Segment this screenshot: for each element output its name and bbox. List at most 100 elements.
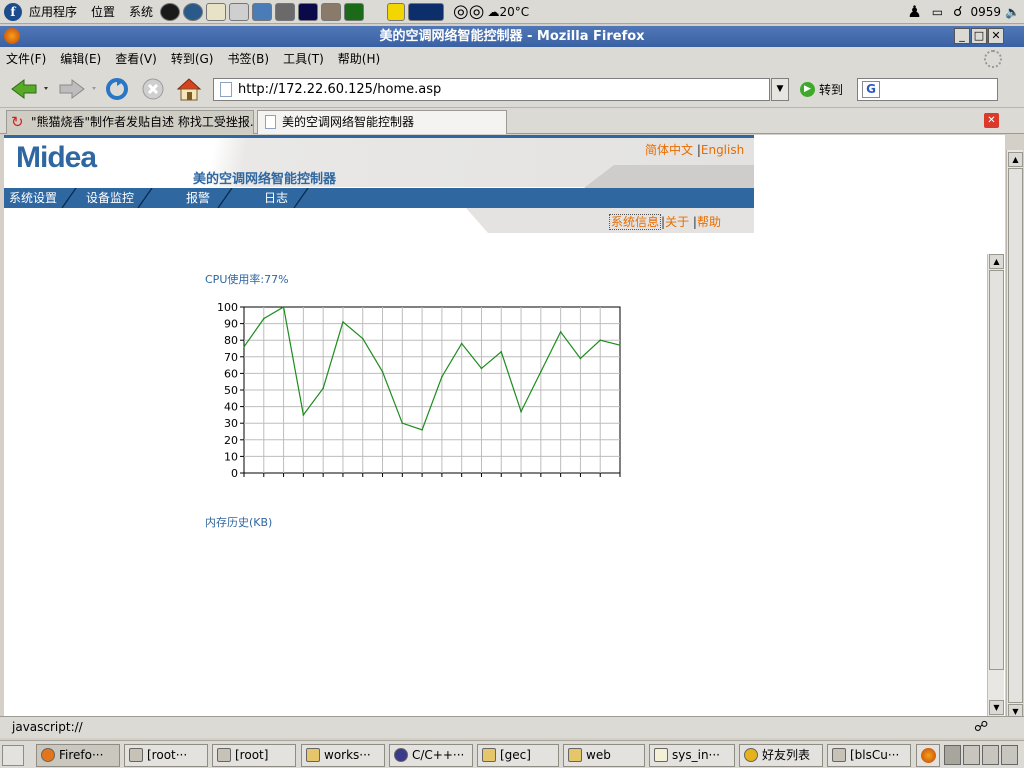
close-tab-icon[interactable]: ✕ [984, 113, 999, 128]
menu-file[interactable]: 文件(F) [6, 50, 46, 67]
task-label: sys_in··· [672, 748, 720, 762]
forward-button[interactable] [58, 78, 100, 100]
workspace-switcher[interactable] [944, 745, 1020, 765]
workspace-1[interactable] [944, 745, 961, 765]
security-icon[interactable]: ☍ [974, 719, 988, 735]
window-scrollbar[interactable]: ▲ ▼ [1006, 150, 1023, 720]
lang-en-link[interactable]: English [701, 143, 744, 157]
workspace-3[interactable] [982, 745, 999, 765]
printer-launcher-icon[interactable] [321, 2, 342, 21]
window-title: 美的空调网络智能控制器 - Mozilla Firefox [379, 29, 645, 44]
cpu-data-point [579, 357, 582, 360]
hat-launcher-icon[interactable] [275, 2, 296, 21]
inner-scroll-down-icon[interactable]: ▼ [989, 700, 1004, 715]
system-monitor-icon[interactable] [408, 2, 445, 21]
places-menu[interactable]: 位置 [84, 3, 122, 20]
inner-scroll-thumb[interactable] [989, 270, 1004, 670]
sub-nav-help[interactable]: 帮助 [697, 215, 721, 229]
y-tick-label: 10 [224, 450, 238, 463]
home-icon[interactable] [176, 76, 202, 102]
url-input[interactable]: http://172.22.60.125/home.asp [213, 78, 770, 101]
nav-log[interactable]: 日志 [260, 188, 292, 208]
image-viewer-icon [832, 748, 846, 762]
menu-bar: 文件(F) 编辑(E) 查看(V) 转到(G) 书签(B) 工具(T) 帮助(H… [0, 47, 1024, 70]
back-button[interactable] [10, 78, 50, 100]
fedora-icon[interactable]: f [4, 2, 22, 21]
notes-launcher-icon[interactable] [206, 2, 227, 21]
scroll-thumb[interactable] [1008, 168, 1023, 703]
task-works[interactable]: works··· [301, 744, 385, 767]
menu-go[interactable]: 转到(G) [171, 50, 214, 67]
network-icon[interactable]: ☌ [953, 4, 962, 20]
nav-system-settings[interactable]: 系统设置 [5, 188, 61, 208]
maximize-button[interactable]: □ [971, 28, 987, 44]
workspace-4[interactable] [1001, 745, 1018, 765]
workspace-switcher-icon[interactable] [387, 2, 406, 21]
menu-view[interactable]: 查看(V) [115, 50, 157, 67]
throbber-icon [984, 50, 1002, 68]
eclipse-icon [394, 748, 408, 762]
task-label: [gec] [500, 748, 531, 762]
close-window-button[interactable]: ✕ [988, 28, 1004, 44]
presentation-launcher-icon[interactable] [252, 2, 273, 21]
y-tick-label: 20 [224, 434, 238, 447]
tray-firefox-icon[interactable] [916, 744, 940, 767]
inner-scroll-up-icon[interactable]: ▲ [989, 254, 1004, 269]
task-gec[interactable]: [gec] [477, 744, 559, 767]
window-titlebar[interactable]: 美的空调网络智能控制器 - Mozilla Firefox [0, 26, 1024, 47]
terminal-launcher-icon[interactable] [298, 2, 319, 21]
volume-icon[interactable]: 🔈 [1005, 5, 1020, 19]
email-launcher-icon[interactable] [183, 2, 204, 21]
scroll-up-icon[interactable]: ▲ [1008, 152, 1023, 167]
minimize-button[interactable]: _ [954, 28, 970, 44]
show-desktop-icon[interactable] [2, 745, 24, 766]
monitor-launcher-icon[interactable] [344, 2, 365, 21]
url-dropdown-button[interactable]: ▼ [771, 78, 789, 101]
buddy-icon [744, 748, 758, 762]
task-folder-root[interactable]: [root] [212, 744, 296, 767]
nav-alarm[interactable]: 报警 [182, 188, 214, 208]
globe-launcher-icon[interactable] [160, 2, 181, 21]
task-sys-in[interactable]: sys_in··· [649, 744, 735, 767]
workspace-2[interactable] [963, 745, 980, 765]
midea-logo[interactable]: Midea [16, 141, 97, 175]
weather-applet[interactable]: ◎◎ ☁ 20°C [453, 0, 529, 22]
tab-midea[interactable]: 美的空调网络智能控制器 [257, 110, 507, 134]
task-web[interactable]: web [563, 744, 645, 767]
firefox-window-icon[interactable] [4, 28, 20, 44]
menu-help[interactable]: 帮助(H) [338, 50, 380, 67]
midea-logo-text: Midea [16, 141, 97, 174]
system-menu[interactable]: 系统 [122, 3, 160, 20]
lang-cn-link[interactable]: 简体中文 [645, 143, 693, 157]
reload-icon[interactable] [105, 77, 129, 101]
y-tick-label: 0 [231, 467, 238, 480]
search-engine-icon[interactable]: G [862, 81, 880, 98]
eyes-icon: ◎◎ [453, 0, 485, 22]
cpu-data-point [540, 370, 542, 373]
sub-nav-system-info[interactable]: 系统信息 [609, 214, 662, 230]
page-inner-scrollbar[interactable]: ▲ ▼ [987, 254, 1004, 716]
search-input[interactable]: G [857, 78, 998, 101]
applications-menu[interactable]: 应用程序 [22, 3, 84, 20]
go-button[interactable]: ▶ 转到 [800, 80, 843, 98]
task-terminal-root[interactable]: [root··· [124, 744, 208, 767]
task-label: [root··· [147, 748, 188, 762]
nav-device-monitor[interactable]: 设备监控 [82, 188, 138, 208]
task-blscu[interactable]: [blsCu··· [827, 744, 911, 767]
menu-bookmarks[interactable]: 书签(B) [227, 50, 269, 67]
task-firefox[interactable]: Firefo··· [36, 744, 120, 767]
sub-nav-about[interactable]: 关于 [665, 215, 689, 229]
task-buddy-list[interactable]: 好友列表 [739, 744, 823, 767]
task-label: web [586, 748, 611, 762]
stop-icon[interactable] [141, 77, 165, 101]
task-eclipse[interactable]: C/C++··· [389, 744, 473, 767]
cpu-data-point [342, 321, 344, 323]
clock[interactable]: 0959 [971, 5, 1002, 19]
menu-tools[interactable]: 工具(T) [283, 50, 324, 67]
tab-news[interactable]: ↻ "熊猫烧香"制作者发贴自述 称找工受挫报... [6, 110, 254, 134]
tools-launcher-icon[interactable] [229, 2, 250, 21]
user-icon[interactable]: ♟ [907, 2, 921, 21]
lang-links: 简体中文 |English [645, 143, 745, 157]
menu-edit[interactable]: 编辑(E) [60, 50, 101, 67]
y-tick-label: 30 [224, 417, 238, 430]
